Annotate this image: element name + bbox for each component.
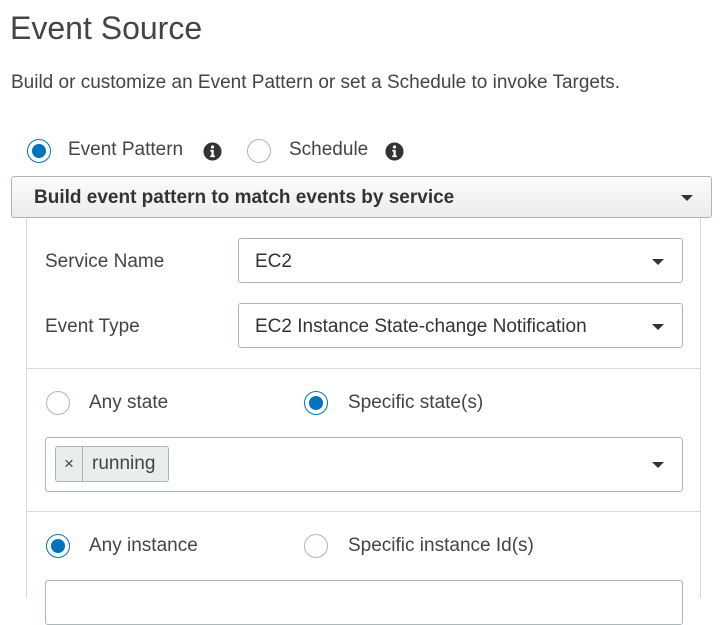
caret-down-icon [652,324,664,330]
specific-instance-label[interactable]: Specific instance Id(s) [348,535,534,557]
pattern-mode-dropdown[interactable]: Build event pattern to match events by s… [11,176,712,218]
caret-down-icon [681,195,693,201]
remove-token-button[interactable]: × [56,447,83,481]
divider [27,368,700,369]
caret-down-icon [652,259,664,265]
event-type-value: EC2 Instance State-change Notification [255,316,587,337]
service-name-select[interactable]: EC2 [238,238,683,283]
pattern-mode-label: Build event pattern to match events by s… [34,187,455,208]
specific-state-radio[interactable] [304,391,328,415]
event-type-label: Event Type [45,316,140,337]
caret-down-icon [652,462,664,468]
info-icon[interactable] [203,142,222,161]
event-pattern-label[interactable]: Event Pattern [68,139,183,161]
service-name-label: Service Name [45,251,165,272]
any-instance-label[interactable]: Any instance [89,535,198,557]
schedule-label[interactable]: Schedule [289,139,368,161]
event-pattern-radio[interactable] [27,139,51,163]
divider [27,511,700,512]
state-token: × running [55,446,170,482]
any-state-radio[interactable] [46,391,70,415]
page-title: Event Source [10,10,203,46]
specific-state-label[interactable]: Specific state(s) [348,392,483,414]
state-multiselect[interactable]: × running [45,437,683,492]
any-state-label[interactable]: Any state [89,392,168,414]
page-description: Build or customize an Event Pattern or s… [11,72,621,93]
schedule-radio[interactable] [247,139,271,163]
info-icon[interactable] [385,142,404,161]
event-type-select[interactable]: EC2 Instance State-change Notification [238,303,683,348]
token-label: running [92,453,156,474]
any-instance-radio[interactable] [46,534,70,558]
specific-instance-radio[interactable] [304,534,328,558]
service-name-value: EC2 [255,251,292,272]
pattern-panel: Service Name EC2 Event Type EC2 Instance… [26,218,701,625]
instance-id-input[interactable] [45,580,683,625]
